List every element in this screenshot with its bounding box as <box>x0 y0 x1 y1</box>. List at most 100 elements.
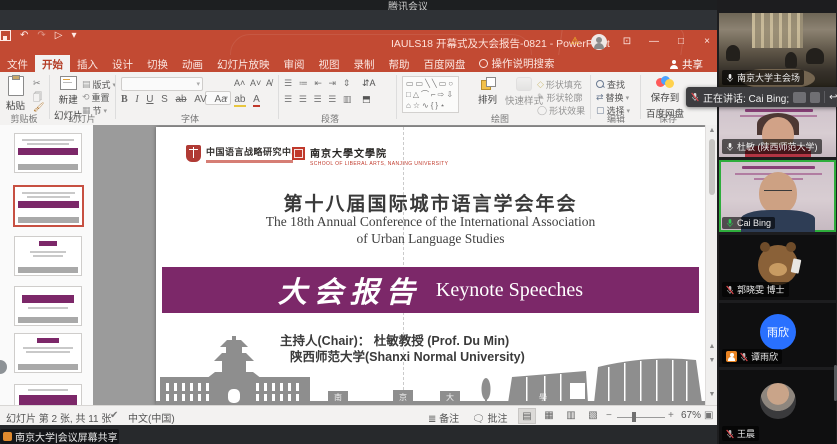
speaking-now-toast[interactable]: 正在讲话: Cai Bing; ↩ <box>686 87 837 107</box>
video-tile-dumin[interactable]: 杜敏 (陕西师范大学) <box>719 105 836 157</box>
current-slide[interactable]: 中国语言战略研究中心 南京大學文學院 SCHOOL OF LIBERAL ART… <box>156 127 705 405</box>
video-tile-room[interactable]: 南京大学主会场 <box>719 13 836 88</box>
redo-icon[interactable]: ↷ <box>37 30 45 41</box>
increase-indent-icon[interactable]: ⇥ <box>329 78 337 88</box>
replace-button[interactable]: ⇄替换▾ <box>596 91 629 104</box>
reading-view-button[interactable]: ▥ <box>562 408 580 424</box>
ppt-restore-button[interactable]: □ <box>672 34 690 50</box>
fit-to-window-icon[interactable]: ▣ <box>704 410 713 421</box>
align-left-icon[interactable]: ☰ <box>284 94 292 104</box>
normal-view-button[interactable]: ▤ <box>518 408 536 424</box>
justify-icon[interactable]: ☰ <box>328 94 336 104</box>
tab-insert[interactable]: 插入 <box>70 55 105 72</box>
slide-thumbnail-2-selected[interactable] <box>13 185 84 227</box>
slideshow-view-button[interactable]: ▧ <box>584 408 602 424</box>
tab-animations[interactable]: 动画 <box>175 55 210 72</box>
shadow-icon[interactable]: S <box>161 94 168 105</box>
zoom-percentage[interactable]: 67% <box>681 410 701 421</box>
warning-icon[interactable]: ⚠ <box>566 34 584 50</box>
underline-icon[interactable]: U <box>146 94 153 105</box>
screen-share-banner[interactable]: 南京大学|会议屏幕共享 <box>0 429 119 444</box>
tab-design[interactable]: 设计 <box>105 55 140 72</box>
tab-baidu-netdisk[interactable]: 百度网盘 <box>417 55 473 72</box>
language-indicator[interactable]: 中文(中国) <box>128 410 175 425</box>
shrink-font-icon[interactable]: A˅ <box>250 78 261 88</box>
previous-slide-icon[interactable]: ▲ <box>708 343 716 350</box>
slide-sorter-view-button[interactable]: ▦ <box>540 408 558 424</box>
start-slideshow-icon[interactable]: ▷ <box>55 30 63 41</box>
bold-icon[interactable]: B <box>121 94 128 105</box>
font-name-combo[interactable]: ▾ <box>121 77 203 91</box>
shape-fill-button[interactable]: ◇形状填充 <box>537 78 582 91</box>
cut-icon[interactable]: ✂ <box>33 78 41 89</box>
video-tile-guoxiaowen[interactable]: 郭晓雯 博士 <box>719 235 836 300</box>
slide-thumbnail-pane[interactable] <box>0 125 94 405</box>
next-slide-icon[interactable]: ▼ <box>708 357 716 364</box>
shape-effects-button[interactable]: ◯形状效果 <box>537 104 585 117</box>
spellcheck-icon[interactable]: ✔ <box>110 410 118 421</box>
decrease-indent-icon[interactable]: ⇤ <box>314 78 322 88</box>
font-color-icon[interactable]: A <box>253 94 260 107</box>
grow-font-icon[interactable]: A˄ <box>234 78 245 88</box>
zoom-slider-track[interactable] <box>617 417 665 418</box>
video-tile-caibing[interactable]: Cai Bing <box>719 160 836 232</box>
slide-canvas[interactable]: 中国语言战略研究中心 南京大學文學院 SCHOOL OF LIBERAL ART… <box>93 125 705 405</box>
clear-format-icon[interactable]: A̸ <box>266 78 272 88</box>
layout-button[interactable]: ▤版式▾ <box>82 78 116 91</box>
numbering-icon[interactable]: ≔ <box>299 78 308 88</box>
tab-record[interactable]: 录制 <box>347 55 382 72</box>
columns-icon[interactable]: ▥ <box>343 94 352 104</box>
video-tile-wangchen[interactable]: 王晨 <box>719 370 836 444</box>
undo-icon[interactable]: ↶ <box>20 30 28 41</box>
align-center-icon[interactable]: ☰ <box>299 94 307 104</box>
tab-transitions[interactable]: 切换 <box>140 55 175 72</box>
tab-slideshow[interactable]: 幻灯片放映 <box>210 55 277 72</box>
strikethrough-icon[interactable]: ab <box>175 94 186 105</box>
line-spacing-icon[interactable]: ⇕ <box>343 78 351 88</box>
zoom-in-icon[interactable]: + <box>668 410 674 421</box>
ppt-minimize-button[interactable]: — <box>645 34 663 50</box>
account-avatar[interactable] <box>591 34 607 50</box>
text-direction-icon[interactable]: ⇵A <box>362 78 376 89</box>
video-tile-tanyuxin[interactable]: 雨欣 谭雨欣 <box>719 303 836 367</box>
slide-thumbnail-6[interactable] <box>14 384 82 405</box>
align-text-icon[interactable]: ⬒ <box>362 94 371 105</box>
reset-button[interactable]: ⟲重置 <box>82 91 110 104</box>
char-spacing-icon[interactable]: AV <box>194 94 207 105</box>
shapes-gallery[interactable]: ▭▭╲╲▭○□△⌒⌐⇨⇩⌂☆∿{}⋆ <box>402 76 459 113</box>
ppt-share-button[interactable]: 共享 <box>670 57 703 72</box>
scroll-up-icon[interactable]: ▲ <box>708 127 716 134</box>
tell-me-search[interactable]: 操作说明搜索 <box>473 55 561 72</box>
find-button[interactable]: 查找 <box>596 78 625 91</box>
notes-button[interactable]: ≣ 备注 <box>428 410 459 425</box>
shape-outline-button[interactable]: ✎形状轮廓 <box>537 91 583 104</box>
tab-view[interactable]: 视图 <box>312 55 347 72</box>
comments-button[interactable]: 🗨 批注 <box>472 410 507 425</box>
change-case-icon[interactable]: Aa <box>215 94 227 105</box>
paste-button[interactable]: 粘贴 <box>6 76 25 112</box>
arrange-button[interactable]: 排列 <box>478 77 497 106</box>
scrollbar-thumb[interactable] <box>709 139 715 195</box>
ppt-close-button[interactable]: × <box>698 34 716 50</box>
slide-thumbnail-1[interactable] <box>14 133 82 173</box>
bullets-icon[interactable]: ☰ <box>284 78 292 88</box>
powerpoint-window: ↶ ↷ ▷ ▾ IAULS18 开幕式及大会报告-0821 - PowerPoi… <box>0 30 717 425</box>
slide-thumbnail-5[interactable] <box>14 333 82 373</box>
tab-home[interactable]: 开始 <box>35 55 70 72</box>
scroll-down-icon[interactable]: ▼ <box>708 391 716 398</box>
align-right-icon[interactable]: ☰ <box>313 94 321 104</box>
qat-dropdown-icon[interactable]: ▾ <box>71 30 76 41</box>
tab-help[interactable]: 帮助 <box>382 55 417 72</box>
initials-avatar: 雨欣 <box>760 314 796 350</box>
zoom-out-icon[interactable]: − <box>606 410 612 421</box>
reply-arrow-icon[interactable]: ↩ <box>829 92 837 103</box>
tab-review[interactable]: 审阅 <box>277 55 312 72</box>
tab-file[interactable]: 文件 <box>0 55 35 72</box>
zoom-slider-thumb[interactable] <box>632 412 636 422</box>
slide-thumbnail-4[interactable] <box>14 286 82 326</box>
italic-icon[interactable]: I <box>135 94 138 105</box>
highlight-color-icon[interactable]: ab <box>234 94 245 107</box>
slide-thumbnail-3[interactable] <box>14 236 82 276</box>
save-icon[interactable] <box>0 30 11 41</box>
ribbon-display-options-icon[interactable]: ⊡ <box>618 34 636 50</box>
